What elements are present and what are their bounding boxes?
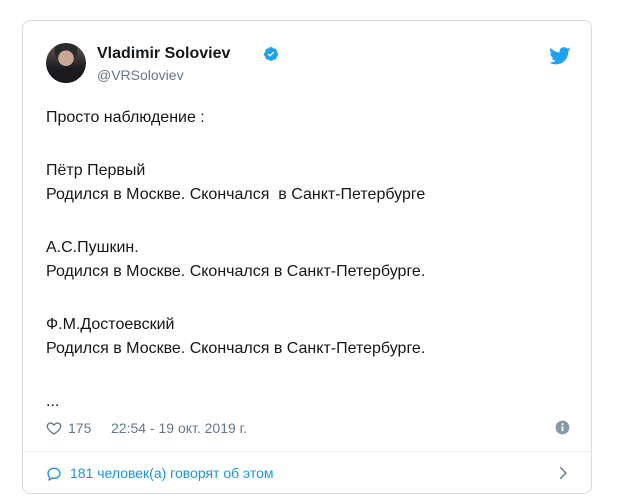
tweet-text-line: ... [46, 393, 60, 410]
tweet-meta: 175 22:54 - 19 окт. 2019 г. [46, 418, 570, 438]
tweet-text-blank-line [46, 207, 566, 236]
tweet-timestamp[interactable]: 22:54 - 19 окт. 2019 г. [111, 418, 247, 438]
verified-badge-icon [263, 47, 278, 61]
tweet-text-blank-line [46, 284, 566, 313]
tweet-text-line: Ф.М.Достоевский [46, 316, 175, 333]
speech-bubble-icon [47, 467, 61, 481]
author-handle[interactable]: @VRSoloviev [97, 66, 184, 84]
conversation-link[interactable]: 181 человек(а) говорят об этом [46, 461, 570, 485]
conversation-label[interactable]: 181 человек(а) говорят об этом [70, 461, 274, 485]
twitter-bird-icon[interactable] [549, 47, 571, 65]
avatar-shirt [54, 69, 78, 83]
info-icon[interactable] [555, 420, 570, 435]
tweet-text-blank-line [46, 361, 566, 390]
tweet-text-line: Родился в Москве. Скончался в Санкт-Пете… [46, 186, 426, 203]
tweet-text-line: Родился в Москве. Скончался в Санкт-Пете… [46, 263, 426, 280]
tweet-text-line: А.С.Пушкин. [46, 239, 139, 256]
tweet-text-blank-line [46, 130, 566, 159]
tweet-text-line: Пётр Первый [46, 162, 146, 179]
chevron-right-icon[interactable] [556, 466, 570, 480]
heart-icon[interactable] [46, 420, 62, 436]
tweet-text-line: Родился в Москве. Скончался в Санкт-Пете… [46, 340, 426, 357]
tweet-text-line: Просто наблюдение : [46, 109, 205, 126]
avatar[interactable] [46, 43, 86, 83]
tweet-embed-card: Vladimir Soloviev @VRSoloviev Просто наб… [22, 20, 592, 494]
tweet-text: Просто наблюдение : Пётр Первый Родился … [46, 106, 566, 414]
like-count[interactable]: 175 [68, 418, 91, 438]
divider [23, 451, 591, 452]
author-name[interactable]: Vladimir Soloviev [97, 44, 230, 64]
